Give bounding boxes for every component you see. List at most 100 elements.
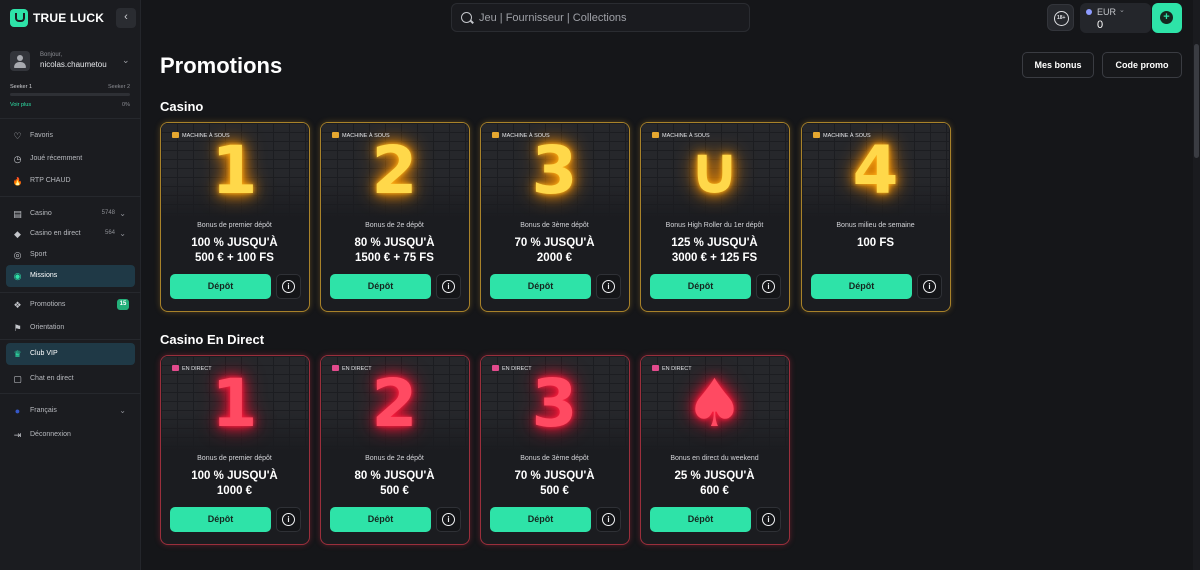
promotion-card[interactable]: ∪ MACHINE À SOUS Bonus High Roller du 1er … bbox=[640, 122, 790, 312]
collapse-sidebar-button[interactable]: ‹ bbox=[116, 8, 136, 28]
mission-icon bbox=[12, 271, 23, 281]
sidebar-item-logout[interactable]: Déconnexion bbox=[6, 424, 135, 446]
offer-line: 500 € + 100 FS bbox=[195, 252, 274, 264]
sidebar-item-vip-club[interactable]: Club VIP bbox=[6, 343, 135, 365]
sidebar-item-missions[interactable]: Missions bbox=[6, 265, 135, 287]
sidebar-item-recent[interactable]: Joué récemment bbox=[6, 148, 135, 170]
my-bonus-button[interactable]: Mes bonus bbox=[1022, 52, 1094, 78]
divider bbox=[0, 339, 141, 340]
deposit-button[interactable]: Dépôt bbox=[170, 274, 271, 299]
sidebar-item-favorites[interactable]: Favoris bbox=[6, 125, 135, 147]
category-tag: EN DIRECT bbox=[492, 365, 532, 372]
search-placeholder: Jeu | Fournisseur | Collections bbox=[479, 12, 627, 24]
info-icon[interactable] bbox=[756, 274, 781, 299]
user-menu[interactable]: Bonjour, nicolas.chaumetou ⌄ bbox=[10, 49, 132, 73]
heart-icon bbox=[12, 131, 23, 141]
sidebar-item-live-chat[interactable]: Chat en direct bbox=[6, 368, 135, 390]
category-tag: MACHINE À SOUS bbox=[332, 132, 390, 139]
scrollbar-thumb[interactable] bbox=[1194, 44, 1199, 158]
category-tag: EN DIRECT bbox=[332, 365, 372, 372]
info-icon[interactable] bbox=[436, 274, 461, 299]
chevron-down-icon[interactable]: ⌄ bbox=[119, 229, 126, 238]
gift-icon bbox=[332, 365, 339, 371]
sidebar-item-label: Missions bbox=[30, 272, 58, 279]
sidebar: TRUE LUCK ‹ Bonjour, nicolas.chaumetou ⌄… bbox=[0, 0, 141, 570]
wallet-selector[interactable]: EUR ⌄ 0 bbox=[1080, 3, 1151, 33]
crown-icon bbox=[12, 349, 23, 359]
promotion-subtitle: Bonus de 3ème dépôt bbox=[520, 455, 589, 462]
header-deposit-button[interactable] bbox=[1152, 3, 1182, 33]
gift-icon bbox=[172, 365, 179, 371]
category-tag-label: EN DIRECT bbox=[662, 366, 692, 372]
offer-line: 1500 € + 75 FS bbox=[355, 252, 434, 264]
logo-icon bbox=[10, 9, 28, 27]
promotion-card[interactable]: 1 EN DIRECT Bonus de premier dépôt 100 % JU… bbox=[160, 355, 310, 545]
sidebar-item-label: Promotions bbox=[30, 301, 66, 308]
chevron-down-icon[interactable]: ⌄ bbox=[119, 209, 126, 218]
info-icon[interactable] bbox=[436, 507, 461, 532]
promotion-subtitle: Bonus de 3ème dépôt bbox=[520, 222, 589, 229]
category-tag-label: MACHINE À SOUS bbox=[502, 133, 550, 139]
flag-icon bbox=[12, 323, 23, 333]
deposit-button[interactable]: Dépôt bbox=[330, 274, 431, 299]
info-icon[interactable] bbox=[596, 274, 621, 299]
deposit-button[interactable]: Dépôt bbox=[490, 507, 591, 532]
category-tag-label: EN DIRECT bbox=[182, 366, 212, 372]
neon-symbol: 2 bbox=[371, 132, 418, 209]
avatar bbox=[10, 51, 30, 71]
info-icon[interactable] bbox=[276, 274, 301, 299]
sidebar-item-live-casino[interactable]: Casino en direct 564 ⌄ bbox=[6, 223, 135, 245]
promotion-card[interactable]: 2 MACHINE À SOUS Bonus de 2e dépôt 80 % JUS… bbox=[320, 122, 470, 312]
info-icon[interactable] bbox=[276, 507, 301, 532]
sidebar-item-sport[interactable]: Sport bbox=[6, 244, 135, 266]
globe-icon bbox=[12, 406, 23, 416]
sport-icon bbox=[12, 250, 23, 260]
logout-icon bbox=[12, 430, 23, 440]
sidebar-item-casino[interactable]: Casino 5748 ⌄ bbox=[6, 203, 135, 225]
search-input[interactable]: Jeu | Fournisseur | Collections bbox=[451, 3, 750, 32]
sidebar-item-label: Club VIP bbox=[30, 350, 58, 357]
language-selector[interactable]: Français ⌄ bbox=[6, 400, 135, 422]
responsible-gaming-button[interactable]: 18+ bbox=[1047, 4, 1074, 31]
promo-code-button[interactable]: Code promo bbox=[1102, 52, 1182, 78]
sidebar-item-label: Favoris bbox=[30, 132, 53, 139]
deposit-button[interactable]: Dépôt bbox=[170, 507, 271, 532]
live-casino-icon bbox=[12, 229, 23, 239]
deposit-button[interactable]: Dépôt bbox=[811, 274, 912, 299]
info-icon[interactable] bbox=[917, 274, 942, 299]
promotion-card[interactable]: 2 EN DIRECT Bonus de 2e dépôt 80 % JUSQU'À 5… bbox=[320, 355, 470, 545]
deposit-button[interactable]: Dépôt bbox=[330, 507, 431, 532]
neon-symbol: 3 bbox=[531, 365, 578, 442]
greeting-label: Bonjour, bbox=[40, 52, 63, 58]
info-icon[interactable] bbox=[756, 507, 781, 532]
offer-line: 80 % JUSQU'À bbox=[354, 470, 435, 482]
promotion-card[interactable]: 3 EN DIRECT Bonus de 3ème dépôt 70 % JUSQU'… bbox=[480, 355, 630, 545]
see-more-link[interactable]: Voir plus bbox=[10, 102, 31, 108]
promotion-subtitle: Bonus milieu de semaine bbox=[836, 222, 915, 229]
offer-line: 100 FS bbox=[856, 237, 895, 249]
promotion-subtitle: Bonus de 2e dépôt bbox=[365, 222, 424, 229]
sidebar-item-orientation[interactable]: Orientation bbox=[6, 317, 135, 339]
brand-name: TRUE LUCK bbox=[33, 11, 105, 25]
promotion-card[interactable]: 3 MACHINE À SOUS Bonus de 3ème dépôt 70 % J… bbox=[480, 122, 630, 312]
deposit-button[interactable]: Dépôt bbox=[650, 507, 751, 532]
promotion-offer: 100 % JUSQU'À 1000 € bbox=[161, 469, 308, 499]
chevron-down-icon: ⌄ bbox=[119, 406, 126, 415]
page-scrollbar[interactable] bbox=[1193, 0, 1200, 570]
sidebar-item-hot-rtp[interactable]: RTP CHAUD bbox=[6, 170, 135, 192]
offer-line: 100 % JUSQU'À bbox=[191, 237, 278, 249]
deposit-button[interactable]: Dépôt bbox=[490, 274, 591, 299]
info-icon[interactable] bbox=[596, 507, 621, 532]
promotion-offer: 70 % JUSQU'À 2000 € bbox=[481, 236, 628, 266]
promotion-offer: 100 % JUSQU'À 500 € + 100 FS bbox=[161, 236, 308, 266]
category-tag-label: EN DIRECT bbox=[342, 366, 372, 372]
promotion-card[interactable]: 1 MACHINE À SOUS Bonus de premier dépôt 100… bbox=[160, 122, 310, 312]
neon-symbol: 1 bbox=[211, 365, 258, 442]
level-footer: Voir plus 0% bbox=[10, 102, 130, 108]
sidebar-item-promotions[interactable]: Promotions 15 bbox=[6, 294, 135, 316]
promotion-card[interactable]: 4 MACHINE À SOUS Bonus milieu de semaine 10… bbox=[801, 122, 951, 312]
offer-line: 100 % JUSQU'À bbox=[191, 470, 278, 482]
deposit-button[interactable]: Dépôt bbox=[650, 274, 751, 299]
promotion-card[interactable]: ♠ EN DIRECT Bonus en direct du weekend 25 %… bbox=[640, 355, 790, 545]
category-tag: MACHINE À SOUS bbox=[652, 132, 710, 139]
